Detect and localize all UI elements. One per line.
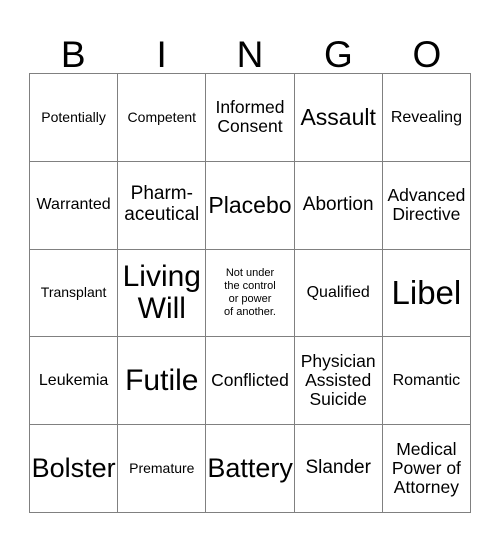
bingo-cell-label: Medical Power of Attorney: [391, 438, 461, 498]
bingo-cell-label: Bolster: [31, 453, 116, 484]
bingo-header-letter-i: I: [156, 34, 167, 75]
bingo-cell-label: Competent: [127, 108, 197, 125]
bingo-header-letter-b: B: [60, 34, 86, 75]
bingo-card: B I N G O Potentially Competent Informed C…: [0, 0, 500, 544]
bingo-cell-label: Premature: [129, 459, 195, 476]
bingo-cell[interactable]: Not under the control or power of anothe…: [206, 249, 295, 338]
bingo-cell[interactable]: Physician Assisted Suicide: [294, 337, 383, 426]
bingo-cell[interactable]: Premature: [118, 425, 207, 513]
bingo-cell-label: Qualified: [306, 284, 370, 302]
bingo-cell-label: Living Will: [122, 260, 201, 325]
bingo-cell-label: Futile: [125, 363, 199, 397]
bingo-cell-label: Placebo: [208, 191, 292, 218]
bingo-cell[interactable]: Pharm- aceutical: [118, 161, 207, 250]
bingo-cell-label: Leukemia: [38, 371, 109, 389]
bingo-cell-label: Physician Assisted Suicide: [300, 350, 376, 410]
bingo-cell[interactable]: Assault: [294, 74, 383, 162]
bingo-cell[interactable]: Leukemia: [30, 337, 119, 426]
bingo-cell[interactable]: Informed Consent: [206, 74, 295, 162]
bingo-cell[interactable]: Transplant: [30, 249, 119, 338]
bingo-cell[interactable]: Advanced Directive: [382, 161, 471, 250]
bingo-cell-label: Advanced Directive: [387, 184, 466, 225]
bingo-cell-label: Potentially: [41, 108, 106, 125]
bingo-cell-label: Abortion: [302, 193, 374, 215]
bingo-cell[interactable]: Warranted: [30, 161, 119, 250]
bingo-cell[interactable]: Romantic: [382, 337, 471, 426]
bingo-cell[interactable]: Competent: [118, 74, 207, 162]
bingo-cell-label: Slander: [305, 457, 371, 479]
bingo-cell[interactable]: Slander: [294, 425, 383, 513]
bingo-cell[interactable]: Conflicted: [206, 337, 295, 426]
bingo-cell[interactable]: Battery: [206, 425, 295, 513]
bingo-cell-label: Assault: [300, 103, 376, 130]
bingo-cell-label: Informed Consent: [215, 97, 285, 137]
bingo-cell[interactable]: Placebo: [206, 161, 295, 250]
bingo-cell[interactable]: Bolster: [30, 425, 119, 513]
bingo-cell-label: Transplant: [40, 284, 107, 301]
bingo-cell[interactable]: Living Will: [118, 249, 207, 338]
bingo-cell[interactable]: Futile: [118, 337, 207, 426]
bingo-cell-label: Romantic: [392, 371, 461, 389]
bingo-cell[interactable]: Qualified: [294, 249, 383, 338]
bingo-cell-label: Revealing: [390, 108, 462, 126]
bingo-cell-label: Pharm- aceutical: [124, 183, 200, 226]
bingo-cell-label: Not under the control or power of anothe…: [223, 267, 276, 318]
bingo-cell-label: Battery: [207, 453, 293, 484]
bingo-cell[interactable]: Medical Power of Attorney: [382, 425, 471, 513]
bingo-cell-label: Warranted: [36, 196, 111, 214]
bingo-cell[interactable]: Potentially: [30, 74, 119, 162]
bingo-cell[interactable]: Revealing: [382, 74, 471, 162]
bingo-header-letter-o: O: [412, 34, 442, 75]
bingo-cell-label: Conflicted: [211, 370, 289, 391]
bingo-cell[interactable]: Libel: [382, 249, 471, 338]
bingo-header-letter-g: G: [324, 34, 353, 75]
bingo-cell-label: Libel: [391, 273, 462, 311]
bingo-header: B I N G O: [29, 16, 471, 73]
bingo-cell[interactable]: Abortion: [294, 161, 383, 250]
bingo-grid: Potentially Competent Informed Consent Assa…: [29, 73, 471, 513]
bingo-header-letter-n: N: [236, 34, 264, 75]
